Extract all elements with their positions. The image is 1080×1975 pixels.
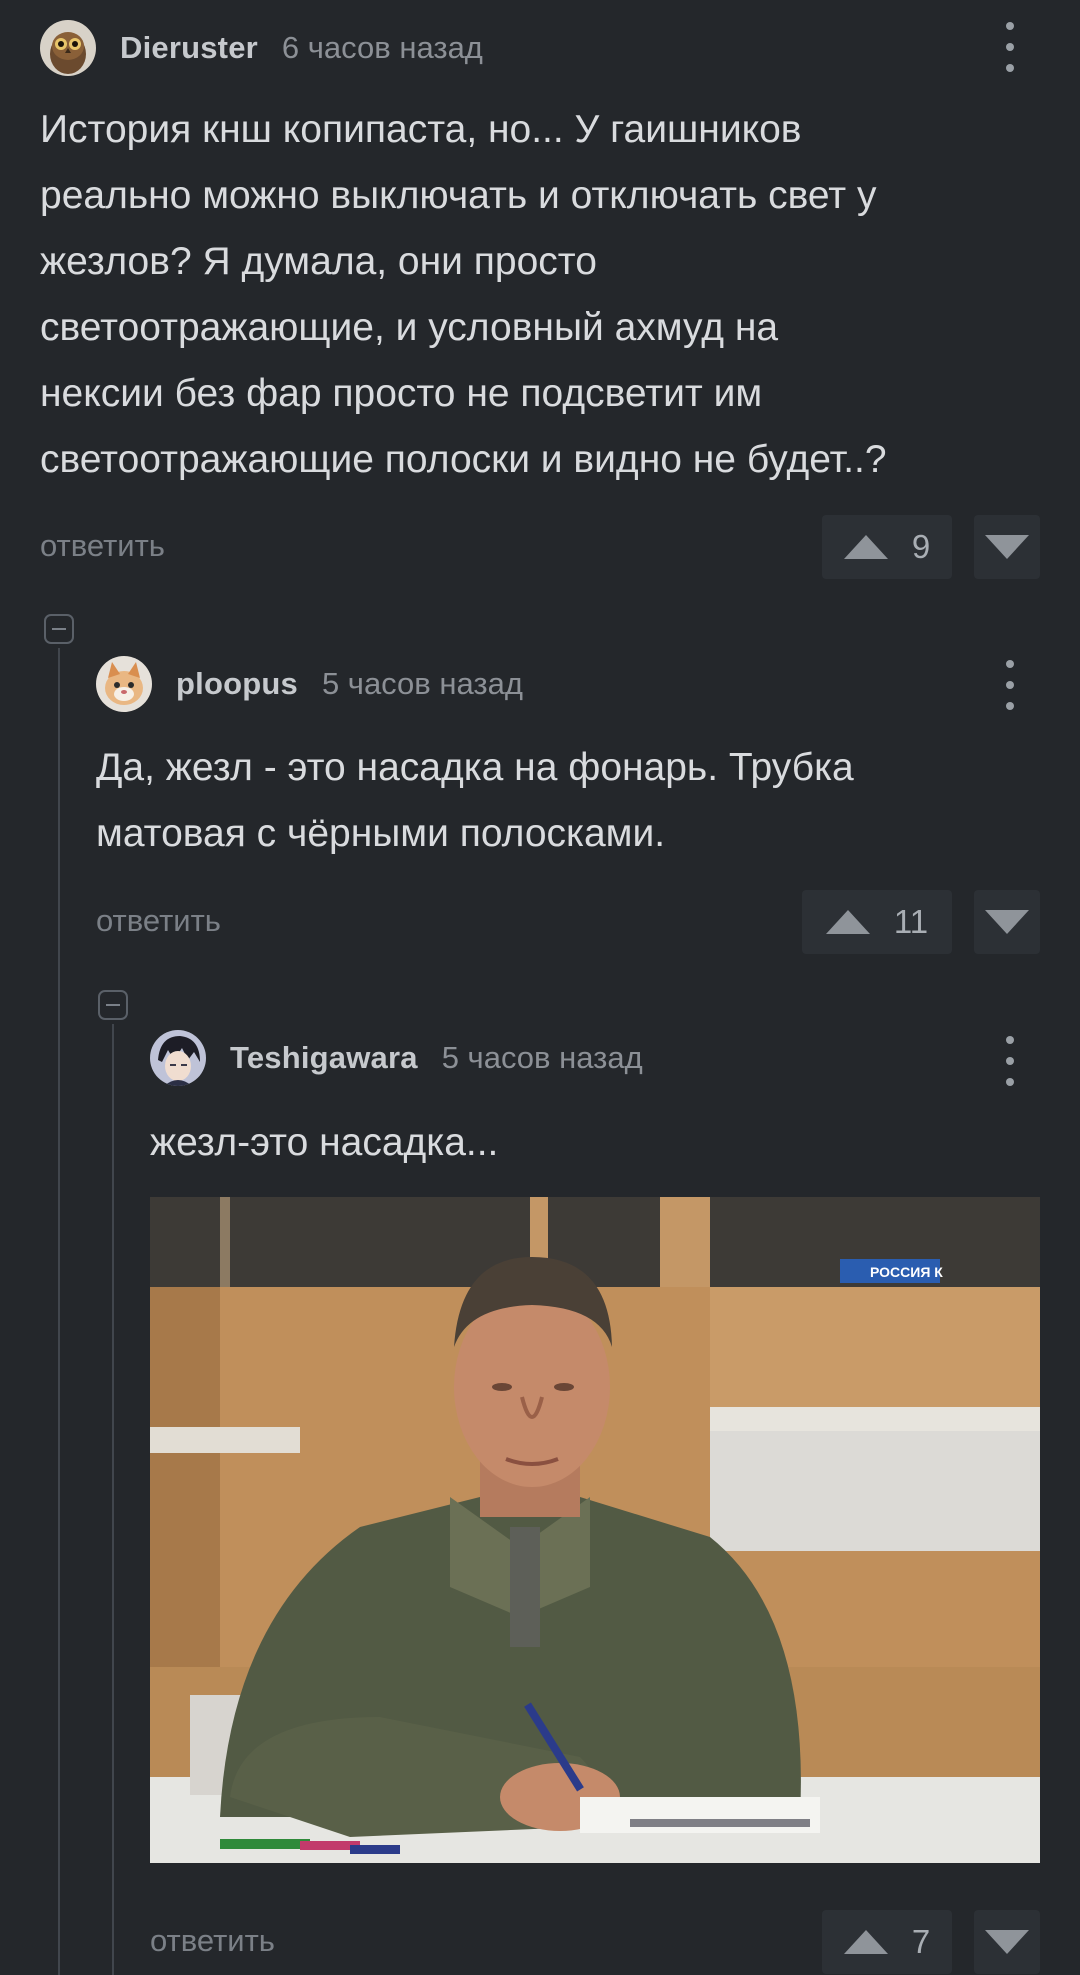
downvote-icon bbox=[985, 535, 1029, 559]
channel-logo-watermark: РОССИЯ К bbox=[870, 1264, 943, 1280]
reply-button[interactable]: ответить bbox=[150, 1923, 275, 1959]
upvote-button[interactable]: 11 bbox=[802, 890, 952, 954]
comment-text: жезл-это насадка... bbox=[150, 1121, 499, 1164]
thread-line[interactable] bbox=[112, 1024, 114, 1975]
downvote-button[interactable] bbox=[974, 1910, 1040, 1974]
downvote-icon bbox=[985, 910, 1029, 934]
downvote-icon bbox=[985, 1930, 1029, 1954]
comment-time: 6 часов назад bbox=[281, 30, 483, 65]
author-name[interactable]: Dieruster bbox=[120, 30, 258, 66]
more-options-icon[interactable] bbox=[1000, 22, 1020, 72]
vote-count: 9 bbox=[911, 528, 931, 565]
downvote-button[interactable] bbox=[974, 515, 1040, 579]
comment-header: Dieruster 6 часов назад bbox=[40, 20, 483, 76]
author-name[interactable]: ploopus bbox=[176, 666, 298, 702]
upvote-icon bbox=[825, 910, 870, 934]
reply-button[interactable]: ответить bbox=[40, 528, 165, 564]
anime-avatar-icon[interactable] bbox=[150, 1030, 206, 1086]
vote-count: 7 bbox=[911, 1923, 931, 1960]
comment-header: Teshigawara 5 часов назад bbox=[150, 1030, 643, 1086]
upvote-button[interactable]: 7 bbox=[822, 1910, 952, 1974]
more-options-icon[interactable] bbox=[1000, 1036, 1020, 1086]
more-options-icon[interactable] bbox=[1000, 660, 1020, 710]
comment-time: 5 часов назад bbox=[441, 1040, 643, 1075]
collapse-thread-button[interactable] bbox=[44, 614, 74, 644]
comment-header: ploopus 5 часов назад bbox=[96, 656, 523, 712]
comment-image[interactable]: РОССИЯ К bbox=[150, 1197, 1040, 1863]
upvote-button[interactable]: 9 bbox=[822, 515, 952, 579]
cat-avatar-icon[interactable] bbox=[96, 656, 152, 712]
thread-line[interactable] bbox=[58, 648, 60, 1975]
vote-count: 11 bbox=[893, 903, 929, 940]
comment-text: Да, жезл - это насадка на фонарь. Трубка… bbox=[96, 746, 854, 855]
reply-button[interactable]: ответить bbox=[96, 903, 221, 939]
collapse-thread-button[interactable] bbox=[98, 990, 128, 1020]
comment-text: История кнш копипаста, но... У гаишников… bbox=[40, 108, 887, 481]
upvote-icon bbox=[843, 535, 888, 559]
owl-avatar-icon[interactable] bbox=[40, 20, 96, 76]
upvote-icon bbox=[843, 1930, 888, 1954]
author-name[interactable]: Teshigawara bbox=[230, 1040, 418, 1076]
comment-time: 5 часов назад bbox=[321, 666, 523, 701]
downvote-button[interactable] bbox=[974, 890, 1040, 954]
